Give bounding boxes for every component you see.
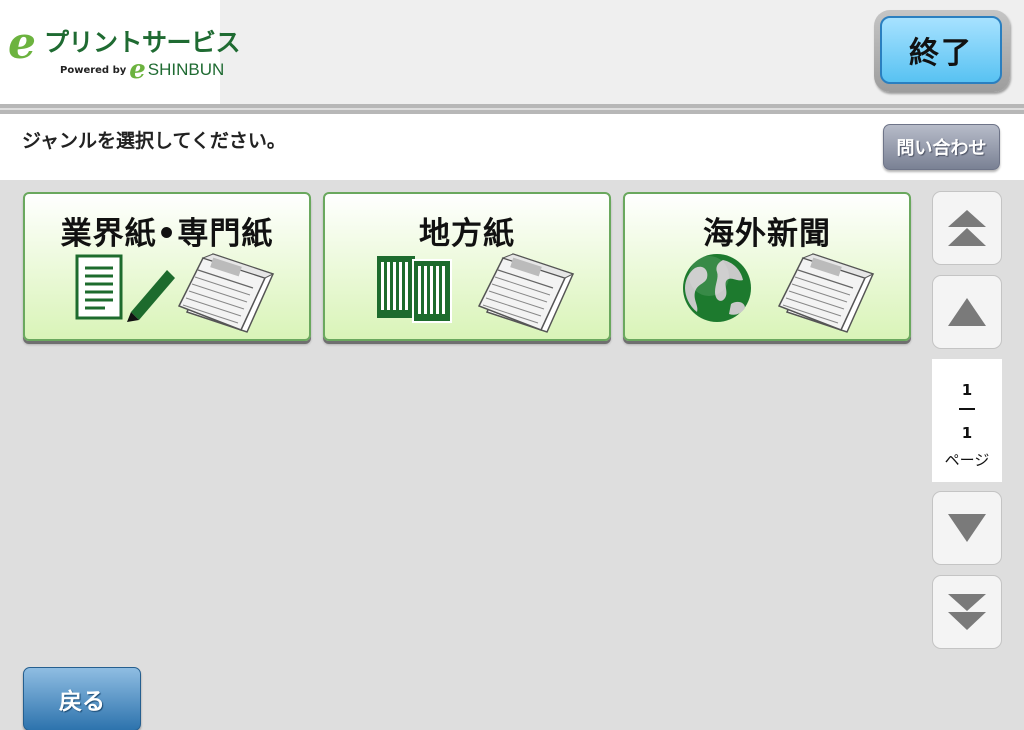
document-pen-newspaper-icon <box>75 253 274 333</box>
local-newspapers-icon <box>377 253 574 333</box>
logo-sub-e-icon: e <box>129 55 146 85</box>
first-page-button[interactable] <box>932 191 1002 265</box>
genre-label: 地方紙 <box>419 216 515 252</box>
header: e プリントサービス Powered by e SHINBUN 終了 <box>0 0 1024 104</box>
logo-powered-by: Powered by <box>60 64 127 76</box>
page-total: 1 <box>961 424 973 442</box>
page-current: 1 <box>961 381 973 399</box>
page-suffix: ページ <box>944 451 990 469</box>
previous-page-icon <box>948 298 986 326</box>
globe-newspaper-icon <box>683 253 874 333</box>
previous-page-button[interactable] <box>932 275 1002 349</box>
header-divider <box>0 104 1024 108</box>
page-separator <box>959 408 975 410</box>
first-page-icon <box>948 210 986 246</box>
end-button[interactable]: 終了 <box>874 10 1010 92</box>
instruction-bar: ジャンルを選択してください。 問い合わせ <box>0 114 1024 180</box>
page-indicator: 1 1 ページ <box>932 359 1002 482</box>
next-page-button[interactable] <box>932 491 1002 565</box>
logo-brand-name: プリントサービス <box>44 28 241 57</box>
logo-e-icon: e <box>8 18 36 69</box>
next-page-icon <box>948 514 986 542</box>
instruction-text: ジャンルを選択してください。 <box>22 130 286 152</box>
contact-button[interactable]: 問い合わせ <box>883 124 1000 170</box>
end-button-label: 終了 <box>880 16 1002 84</box>
last-page-icon <box>948 594 986 630</box>
genre-button-local-papers[interactable]: 地方紙 <box>323 192 611 341</box>
logo: e プリントサービス Powered by e SHINBUN <box>0 0 241 104</box>
logo-sub-brand: SHINBUN <box>147 60 225 79</box>
genre-button-trade-papers[interactable]: 業界紙•専門紙 <box>23 192 311 341</box>
back-button[interactable]: 戻る <box>23 667 141 730</box>
genre-label: 業界紙•専門紙 <box>60 216 274 252</box>
genre-label: 海外新聞 <box>703 216 831 252</box>
genre-button-overseas-papers[interactable]: 海外新聞 <box>623 192 911 341</box>
logo-subtitle: Powered by e SHINBUN <box>60 55 225 85</box>
last-page-button[interactable] <box>932 575 1002 649</box>
